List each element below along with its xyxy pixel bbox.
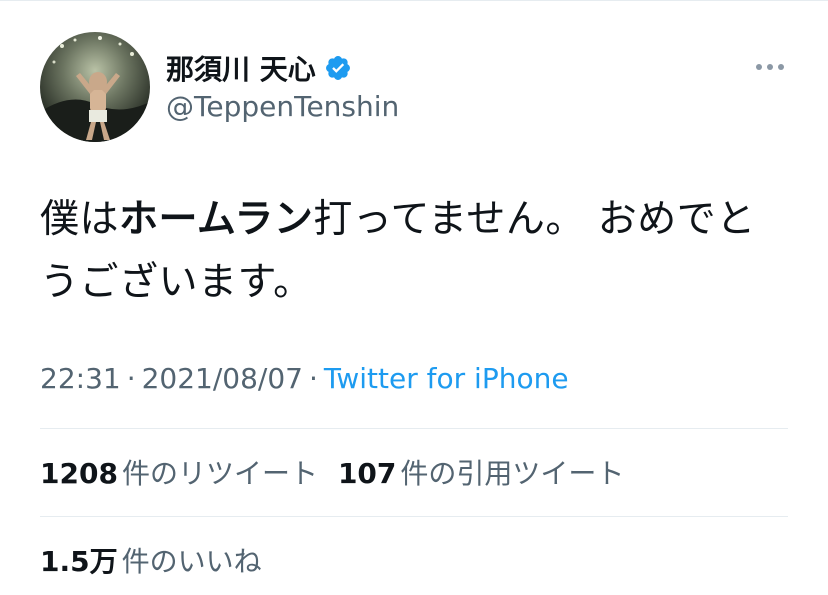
tweet-text: 僕はホームラン打ってません。 おめでとうございます。 bbox=[40, 188, 790, 314]
meta-separator: · bbox=[126, 362, 136, 395]
verified-badge-icon bbox=[325, 56, 350, 80]
likes-count: 1.5万 bbox=[40, 545, 118, 578]
tweet-source-link[interactable]: Twitter for iPhone bbox=[324, 362, 569, 395]
name-row: 那須川 天心 bbox=[166, 48, 352, 88]
display-name[interactable]: 那須川 天心 bbox=[166, 48, 316, 88]
more-button[interactable] bbox=[750, 52, 790, 82]
retweets-count: 1208 bbox=[40, 457, 118, 490]
quotes-label: 件の引用ツイート bbox=[400, 457, 625, 490]
tweet-date[interactable]: 2021/08/07 bbox=[142, 362, 303, 395]
avatar-photo bbox=[40, 36, 150, 142]
tweet-meta: 22:31 · 2021/08/07 · Twitter for iPhone bbox=[40, 362, 569, 395]
retweet-stats-row: 1208 件のリツイート 107 件の引用ツイート bbox=[40, 452, 624, 492]
likes-stats-row: 1.5万 件のいいね bbox=[40, 540, 262, 580]
divider bbox=[40, 428, 788, 429]
likes-label: 件のいいね bbox=[121, 545, 262, 578]
quotes-count: 107 bbox=[337, 457, 397, 490]
avatar[interactable] bbox=[40, 32, 150, 142]
tweet-time[interactable]: 22:31 bbox=[40, 362, 121, 395]
retweets-stat[interactable]: 1208 件のリツイート bbox=[40, 452, 318, 492]
retweets-label: 件のリツイート bbox=[121, 457, 318, 490]
meta-separator: · bbox=[309, 362, 318, 395]
tweet-text-bold: ホームラン bbox=[119, 197, 314, 242]
likes-stat[interactable]: 1.5万 件のいいね bbox=[40, 540, 262, 580]
divider bbox=[40, 516, 788, 517]
more-horizontal-icon bbox=[756, 64, 784, 70]
tweet-text-pre: 僕は bbox=[40, 197, 120, 242]
user-handle[interactable]: @TeppenTenshin bbox=[166, 90, 399, 123]
quotes-stat[interactable]: 107 件の引用ツイート bbox=[338, 452, 624, 492]
top-divider bbox=[0, 0, 828, 1]
